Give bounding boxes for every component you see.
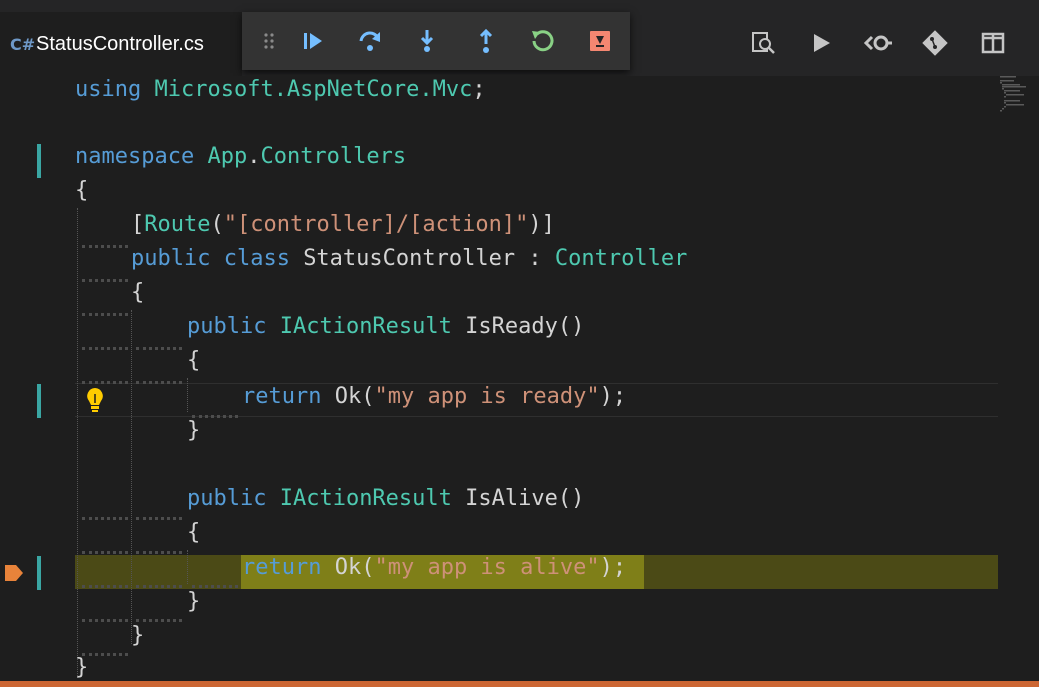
whitespace-marker bbox=[136, 619, 182, 622]
step-over-icon[interactable] bbox=[355, 26, 385, 56]
punctuation: : bbox=[515, 246, 555, 271]
whitespace-marker bbox=[136, 347, 182, 350]
whitespace-marker bbox=[82, 653, 128, 656]
git-icon[interactable] bbox=[918, 26, 952, 60]
method-name: IsReady() bbox=[451, 314, 585, 339]
method-call: Ok( bbox=[334, 555, 375, 580]
keyword: using bbox=[75, 77, 155, 102]
brace: } bbox=[187, 418, 201, 443]
stop-icon[interactable] bbox=[585, 26, 615, 56]
code-line-4: { bbox=[75, 178, 88, 212]
code-line-13: public IActionResult IsAlive() bbox=[187, 486, 584, 520]
keyword: public class bbox=[131, 246, 304, 271]
drag-handle-icon[interactable] bbox=[254, 26, 284, 56]
whitespace-marker bbox=[82, 279, 128, 282]
namespace-name: Microsoft.AspNetCore.Mvc bbox=[154, 77, 473, 102]
open-changes-icon[interactable] bbox=[746, 26, 780, 60]
brace: } bbox=[131, 623, 145, 648]
punctuation: . bbox=[247, 144, 261, 169]
continue-icon[interactable] bbox=[298, 26, 328, 56]
whitespace-marker bbox=[82, 551, 128, 554]
gutter-modified-marker bbox=[37, 384, 41, 418]
code-line-17: } bbox=[131, 623, 144, 657]
punctuation: [ bbox=[131, 212, 145, 237]
class-name: StatusController bbox=[303, 246, 516, 271]
whitespace-marker bbox=[136, 381, 182, 384]
keyword: public bbox=[187, 314, 280, 339]
minimap[interactable] bbox=[1000, 76, 1034, 126]
method-call: Ok( bbox=[334, 384, 375, 409]
code-line-1: using Microsoft.AspNetCore.Mvc; bbox=[75, 77, 486, 111]
namespace-name: Controllers bbox=[260, 144, 407, 169]
gutter-modified-marker bbox=[37, 556, 41, 590]
whitespace-marker bbox=[82, 347, 128, 350]
brace: { bbox=[131, 280, 145, 305]
step-out-icon[interactable] bbox=[471, 26, 501, 56]
breakpoint-arrow-icon[interactable] bbox=[4, 563, 24, 583]
code-line-15: return Ok("my app is alive"); bbox=[242, 555, 626, 589]
code-line-6: public class StatusController : Controll… bbox=[131, 246, 687, 280]
run-icon[interactable] bbox=[804, 26, 838, 60]
method-name: IsAlive() bbox=[451, 486, 585, 511]
indent-guide bbox=[187, 378, 188, 412]
keyword: return bbox=[242, 555, 335, 580]
string-literal: "my app is ready" bbox=[374, 384, 600, 409]
punctuation: )] bbox=[528, 212, 555, 237]
brace: { bbox=[187, 348, 201, 373]
punctuation: ; bbox=[472, 77, 486, 102]
string-literal: "my app is alive" bbox=[374, 555, 600, 580]
whitespace-marker bbox=[82, 245, 128, 248]
code-editor[interactable]: using Microsoft.AspNetCore.Mvc; namespac… bbox=[0, 76, 1039, 681]
whitespace-marker bbox=[82, 619, 128, 622]
keyword: public bbox=[187, 486, 280, 511]
tab-statuscontroller[interactable]: C# StatusController.cs bbox=[0, 12, 242, 76]
code-line-11: } bbox=[187, 418, 200, 452]
tab-label: StatusController.cs bbox=[36, 32, 204, 55]
code-line-7: { bbox=[131, 280, 144, 314]
restart-icon[interactable] bbox=[527, 26, 557, 56]
punctuation: ( bbox=[210, 212, 224, 237]
code-line-14: { bbox=[187, 520, 200, 554]
brace: } bbox=[75, 655, 89, 680]
whitespace-marker bbox=[136, 517, 182, 520]
indent-guide bbox=[77, 208, 78, 678]
indent-guide bbox=[187, 550, 188, 584]
debug-toolbar bbox=[242, 12, 630, 70]
keyword: return bbox=[242, 384, 335, 409]
string-literal: "[controller]/[action]" bbox=[223, 212, 529, 237]
status-bar bbox=[0, 681, 1039, 687]
brace: } bbox=[187, 589, 201, 614]
whitespace-marker bbox=[192, 585, 238, 588]
code-line-16: } bbox=[187, 589, 200, 623]
code-line-5: [Route("[controller]/[action]")] bbox=[131, 212, 555, 246]
punctuation: ); bbox=[599, 555, 627, 580]
keyword: namespace bbox=[75, 144, 208, 169]
split-editor-icon[interactable] bbox=[976, 26, 1010, 60]
whitespace-marker bbox=[82, 381, 128, 384]
brace: { bbox=[187, 520, 201, 545]
type-name: IActionResult bbox=[279, 486, 452, 511]
whitespace-marker bbox=[82, 585, 128, 588]
code-line-10: return Ok("my app is ready"); bbox=[242, 384, 626, 418]
code-line-3: namespace App.Controllers bbox=[75, 144, 406, 178]
brace: { bbox=[75, 178, 89, 203]
whitespace-marker bbox=[136, 585, 182, 588]
code-line-9: { bbox=[187, 348, 200, 382]
punctuation: ); bbox=[599, 384, 627, 409]
code-line-8: public IActionResult IsReady() bbox=[187, 314, 584, 348]
gutter-modified-marker bbox=[37, 144, 41, 178]
whitespace-marker bbox=[136, 551, 182, 554]
base-class-name: Controller bbox=[554, 246, 688, 271]
namespace-name: App bbox=[207, 144, 248, 169]
inline-diff-icon[interactable] bbox=[861, 26, 895, 60]
attribute-name: Route bbox=[144, 212, 211, 237]
lightbulb-icon[interactable] bbox=[84, 386, 106, 414]
whitespace-marker bbox=[82, 517, 128, 520]
type-name: IActionResult bbox=[279, 314, 452, 339]
whitespace-marker bbox=[82, 313, 128, 316]
csharp-file-icon: C# bbox=[10, 34, 36, 54]
step-into-icon[interactable] bbox=[412, 26, 442, 56]
indent-guide bbox=[131, 310, 132, 644]
